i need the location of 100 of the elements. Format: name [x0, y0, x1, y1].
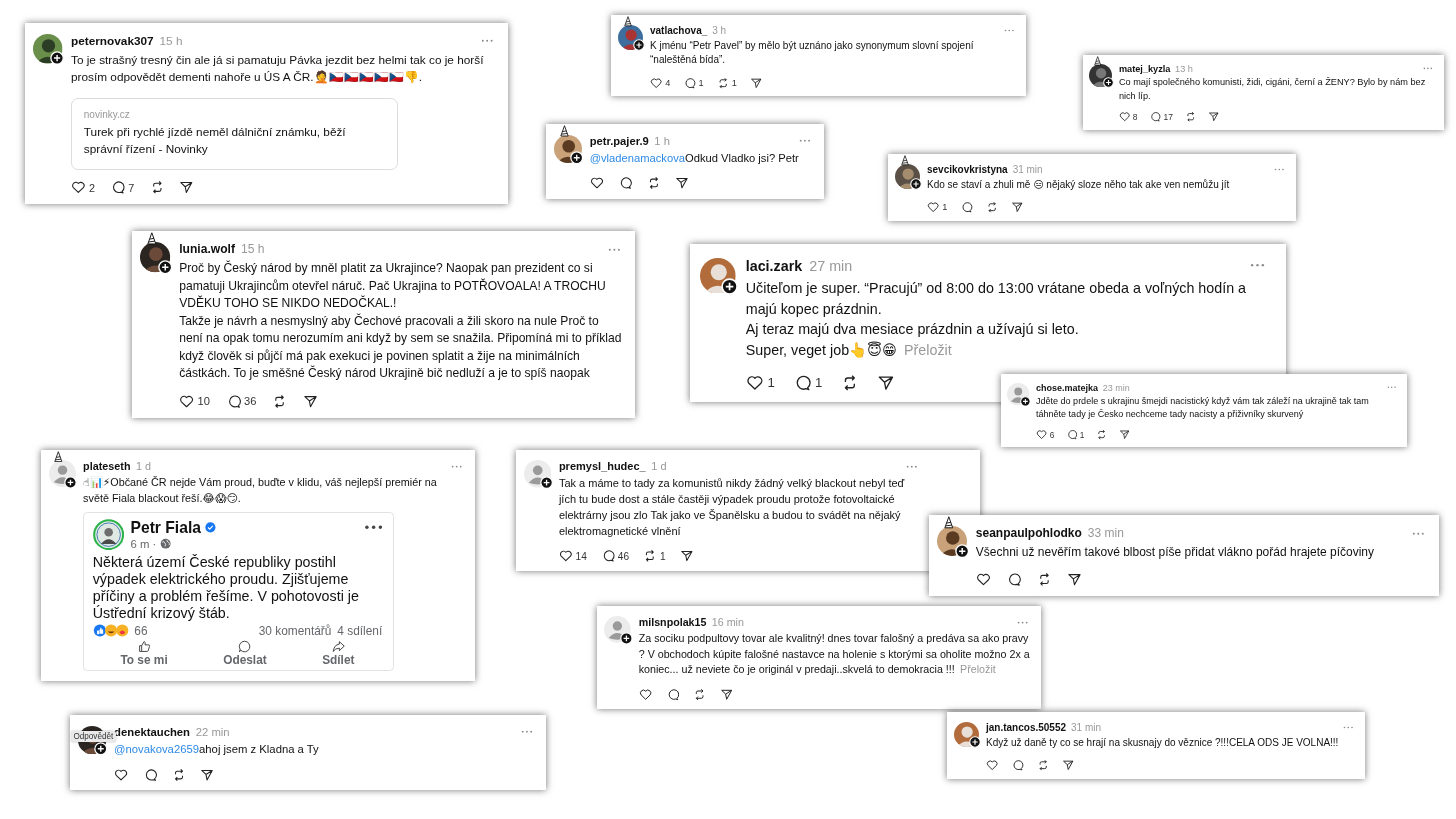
like-button[interactable]: 14 [558, 549, 587, 564]
repost-button[interactable] [1036, 759, 1050, 772]
username[interactable]: vatlachova_ [650, 24, 708, 36]
comment-button[interactable]: 46 [601, 549, 630, 564]
repost-button[interactable] [985, 201, 999, 214]
username[interactable]: premysl_hudec_ [558, 460, 646, 473]
post-time: 31 min [1012, 163, 1043, 175]
share-button[interactable] [1062, 759, 1075, 772]
follow-icon[interactable] [909, 178, 922, 190]
repost-button[interactable] [693, 687, 707, 701]
post-text: @novakova2659ahoj jsem z Kladna a Ty [114, 742, 320, 758]
like-button[interactable] [986, 759, 999, 772]
post-text: Jděte do prdele s ukrajinu šmejdi nacistický když vám tak záleží na ukrajině tak tam táhněte tady je Česko nechceme tady nacisty a přiživníky skurvený [1036, 395, 1370, 422]
comment-button[interactable]: 7 [110, 180, 135, 195]
follow-icon[interactable] [94, 742, 108, 756]
share-button[interactable] [877, 373, 895, 392]
share-count[interactable]: 4 sdílení [337, 623, 383, 638]
comment-button[interactable] [960, 201, 973, 214]
like-button[interactable]: 6 [1036, 429, 1055, 441]
post-text: Když už daně ty co se hrají na skusnajy do věznice ?!!!CELA ODS JE VOLNA!!! [986, 735, 1340, 750]
comment-button[interactable] [1006, 572, 1022, 588]
username[interactable]: denektauchen [114, 725, 191, 738]
username[interactable]: laci.zark [745, 257, 803, 274]
like-button[interactable] [589, 176, 604, 191]
post-time: 1 d [651, 460, 667, 473]
username[interactable]: matej_kyzla [1118, 63, 1171, 74]
share-button[interactable] [1067, 572, 1083, 588]
follow-icon[interactable] [539, 476, 553, 490]
author-name[interactable]: Petr Fiala [130, 518, 201, 537]
post-time: 23 min [1102, 382, 1130, 393]
comment-button[interactable] [618, 176, 632, 191]
comment-count[interactable]: 30 komentářů [258, 623, 332, 638]
repost-button[interactable]: 1 [643, 549, 666, 564]
share-button[interactable] [179, 180, 195, 195]
comment-button[interactable]: 1 [793, 373, 823, 392]
share-button[interactable] [679, 549, 694, 564]
like-button[interactable]: 8 [1118, 111, 1138, 123]
heart-icon [745, 373, 764, 392]
like-button[interactable]: To se mi [120, 640, 168, 668]
share-button[interactable] [302, 393, 318, 409]
username[interactable]: peternovak307 [71, 34, 154, 49]
like-button[interactable]: 10 [179, 393, 210, 409]
send-button[interactable]: Odeslat [223, 640, 267, 668]
post-time: 13 h [1175, 63, 1193, 74]
like-button[interactable] [638, 687, 652, 701]
follow-icon[interactable] [968, 736, 981, 748]
post-text: Proč by Český národ by mněl platit za Ukrajince? Naopak pan prezident co si pamatuji Ukrajincům otevřel náruč. Pač Ukrajina to POTŘOVOALA! A TROCHU VDĚKU TOHO SE NIKDO NEDOČKAL.! Takže je návrh a nesmyslný aby Čechové pracovali a žili skoro na nule Proč to není na opak tomu nerozumím ani když by sem se snažila. Připomíná mi to příklad když člověk si půjčí má pak exekuci je povinen splatit a žije na minimálních částkách. To je směšné Český národ Ukrajině bič nedluží a je to spíš naopak [179, 260, 623, 383]
like-button[interactable]: 2 [71, 180, 95, 195]
share-button[interactable] [749, 76, 763, 89]
username[interactable]: sevcikovkristyna [927, 163, 1008, 175]
share-button[interactable] [1208, 111, 1220, 123]
more-icon[interactable] [364, 525, 383, 530]
share-button[interactable] [200, 767, 215, 782]
comment-button[interactable] [1011, 759, 1024, 772]
link-preview[interactable]: novinky.cz Turek při rychlé jízdě neměl dálniční známku, běží správní řízení - Novinky [71, 97, 399, 170]
username[interactable]: lunia.wolf [179, 242, 235, 257]
comment-button[interactable]: 1 [683, 76, 704, 89]
comment-button[interactable]: 17 [1149, 111, 1173, 123]
username[interactable]: petr.pajer.9 [589, 134, 649, 147]
share-button[interactable] [720, 687, 734, 701]
post-time: 15 h [159, 34, 183, 49]
post-text: ☝📊⚡Občané ČR nejde Vám proud, buďte v klidu, váš nejlepší premiér na světě Fiala blackout řeší.😂😱😏. [83, 475, 438, 507]
username[interactable]: plateseth [83, 460, 131, 473]
follow-icon[interactable] [64, 475, 78, 489]
repost-button[interactable] [1095, 429, 1108, 441]
send-icon [749, 76, 763, 89]
mention-link[interactable]: @novakova2659 [114, 743, 200, 756]
repost-button[interactable]: 1 [716, 76, 737, 89]
share-button[interactable] [1118, 429, 1130, 441]
username[interactable]: seanpaulpohlodko [975, 526, 1082, 541]
follow-icon[interactable] [632, 39, 645, 51]
like-button[interactable]: 4 [650, 76, 671, 89]
heart-icon [1036, 429, 1048, 441]
follow-icon[interactable] [954, 543, 970, 559]
follow-icon[interactable] [1102, 77, 1114, 89]
like-button[interactable] [975, 572, 991, 588]
follow-icon[interactable] [50, 51, 65, 66]
heart-icon [638, 687, 652, 701]
repost-button[interactable] [1184, 111, 1197, 123]
share-button[interactable] [1011, 201, 1024, 214]
link-source: novinky.cz [83, 109, 131, 121]
heart-icon [179, 393, 195, 409]
comment-button[interactable]: 1 [1066, 429, 1085, 441]
heart-icon [558, 549, 573, 564]
like-button[interactable]: 1 [927, 201, 948, 214]
follow-icon[interactable] [620, 631, 633, 645]
username[interactable]: chose.matejka [1036, 382, 1099, 393]
username[interactable]: jan.tancos.50552 [986, 721, 1067, 733]
comment-button[interactable]: 36 [225, 393, 257, 409]
share-button[interactable] [675, 176, 689, 191]
reactions-icon [92, 624, 131, 638]
username[interactable]: milsnpolak15 [638, 616, 707, 629]
like-button[interactable] [114, 767, 129, 782]
reaction-count[interactable]: 66 [134, 623, 148, 638]
mention-link[interactable]: @vladenamackova [589, 152, 685, 164]
follow-icon[interactable] [1020, 395, 1032, 407]
like-button[interactable]: 1 [745, 373, 775, 392]
comment-icon [601, 549, 615, 564]
share-button[interactable]: Sdílet [322, 640, 355, 668]
comment-icon [1066, 429, 1078, 441]
